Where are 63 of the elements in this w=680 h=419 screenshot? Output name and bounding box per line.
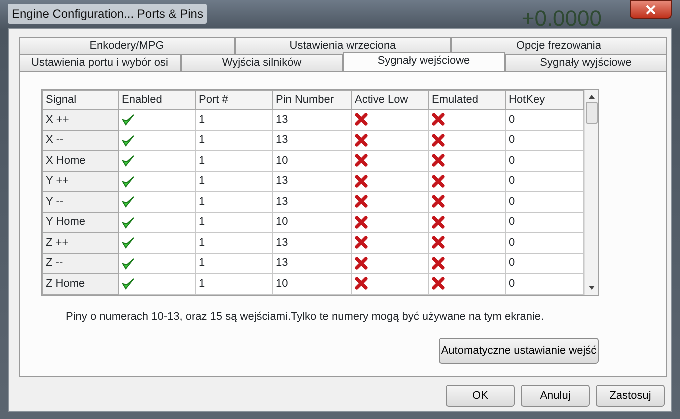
table-cell: 0 xyxy=(506,130,584,150)
table-cell: 0 xyxy=(506,253,584,274)
table-cell: 13 xyxy=(272,192,352,212)
window-title: Engine Configuration... Ports & Pins xyxy=(8,4,208,24)
tab[interactable]: Ustawienia portu i wybór osi xyxy=(19,54,181,71)
column-header[interactable]: Active Low xyxy=(352,90,428,110)
table-cell: 1 xyxy=(196,212,272,232)
table-cell: 13 xyxy=(272,232,352,253)
table-cell: X ++ xyxy=(42,110,118,130)
table-cell: 13 xyxy=(272,110,352,130)
table-cell: 13 xyxy=(272,171,352,192)
table-cell: 1 xyxy=(196,130,272,150)
column-header[interactable]: HotKey xyxy=(506,90,584,110)
table-cell: 1 xyxy=(196,171,272,192)
table-cell: Y ++ xyxy=(42,171,118,192)
column-header[interactable]: Emulated xyxy=(428,90,506,110)
table-cell: 0 xyxy=(506,192,584,212)
close-icon xyxy=(646,4,656,14)
column-header[interactable]: Pin Number xyxy=(272,90,352,110)
table-cell: 13 xyxy=(272,130,352,150)
table-cell: 1 xyxy=(196,192,272,212)
scrollbar[interactable] xyxy=(584,90,598,294)
table-cell: Z ++ xyxy=(42,232,118,253)
dialog-button[interactable]: Zastosuj xyxy=(596,385,665,407)
info-text: Piny o numerach 10-13, oraz 15 są wejściami.Tylko te numery mogą być używane na tym ekranie. xyxy=(66,310,546,324)
table-cell: Y -- xyxy=(42,192,118,212)
auto-setup-button[interactable]: Automatyczne ustawianie wejść xyxy=(439,338,599,364)
scroll-down-icon[interactable] xyxy=(588,284,596,290)
table-cell: 0 xyxy=(506,110,584,130)
table-cell: Z -- xyxy=(42,253,118,274)
table-cell: 10 xyxy=(272,150,352,171)
tab[interactable]: Sygnały wejściowe xyxy=(343,52,505,71)
table-cell: Y Home xyxy=(42,212,118,232)
table-cell: 0 xyxy=(506,212,584,232)
table-cell: X Home xyxy=(42,150,118,171)
scroll-thumb[interactable] xyxy=(586,102,598,124)
close-button[interactable] xyxy=(630,0,672,19)
table-cell: 0 xyxy=(506,274,584,294)
table-cell: 0 xyxy=(506,171,584,192)
table-cell: 1 xyxy=(196,253,272,274)
table-cell: 10 xyxy=(272,212,352,232)
scroll-up-icon[interactable] xyxy=(588,94,596,100)
table-cell: 1 xyxy=(196,110,272,130)
table-cell: 10 xyxy=(272,274,352,294)
table-cell: 0 xyxy=(506,232,584,253)
table-cell: 0 xyxy=(506,150,584,171)
dialog-button[interactable]: Anuluj xyxy=(521,385,590,407)
table-cell: X -- xyxy=(42,130,118,150)
background-readout: +0.0000 xyxy=(522,5,602,33)
table-cell: 1 xyxy=(196,150,272,171)
column-header[interactable]: Enabled xyxy=(118,90,196,110)
dialog-button[interactable]: OK xyxy=(446,385,515,407)
column-header[interactable]: Port # xyxy=(196,90,272,110)
tab[interactable]: Ustawienia wrzeciona xyxy=(235,37,451,54)
tab[interactable]: Wyjścia silników xyxy=(181,54,343,71)
tab[interactable]: Sygnały wyjściowe xyxy=(505,54,667,71)
tab[interactable]: Opcje frezowania xyxy=(451,37,667,54)
table-cell: 1 xyxy=(196,274,272,294)
table-cell: 1 xyxy=(196,232,272,253)
column-header[interactable]: Signal xyxy=(42,90,118,110)
table-cell: 13 xyxy=(272,253,352,274)
table-cell: Z Home xyxy=(42,274,118,294)
tab[interactable]: Enkodery/MPG xyxy=(19,37,235,54)
